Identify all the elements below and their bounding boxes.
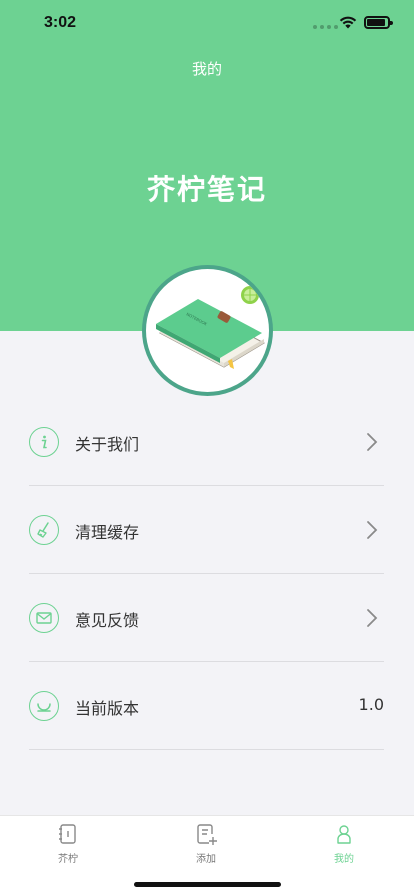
menu-item-clear-cache[interactable]: 清理缓存 bbox=[0, 486, 414, 574]
version-icon bbox=[29, 691, 59, 721]
menu-item-label: 意见反馈 bbox=[75, 611, 140, 630]
status-bar: 3:02 bbox=[0, 0, 414, 46]
app-name: 芥柠笔记 bbox=[146, 173, 267, 206]
info-icon bbox=[29, 427, 59, 457]
version-value: 1.0 bbox=[358, 695, 384, 714]
wifi-icon bbox=[339, 16, 357, 29]
menu-item-about[interactable]: 关于我们 bbox=[0, 398, 414, 486]
divider bbox=[29, 749, 384, 750]
notebook-icon bbox=[59, 824, 76, 844]
add-note-icon bbox=[197, 824, 217, 845]
menu-item-label: 关于我们 bbox=[75, 435, 140, 454]
tab-notes[interactable]: 芥柠 bbox=[38, 822, 98, 865]
mail-icon bbox=[29, 603, 59, 633]
cellular-signal-icon bbox=[313, 25, 338, 29]
chevron-right-icon bbox=[367, 433, 378, 451]
avatar[interactable]: NOTEBOOK bbox=[142, 265, 273, 396]
tab-mine[interactable]: 我的 bbox=[314, 822, 374, 865]
nav-title: 我的 bbox=[191, 60, 222, 78]
menu-item-feedback[interactable]: 意见反馈 bbox=[0, 574, 414, 662]
chevron-right-icon bbox=[367, 609, 378, 627]
status-time: 3:02 bbox=[44, 14, 77, 31]
chevron-right-icon bbox=[367, 521, 378, 539]
notebook-illustration: NOTEBOOK bbox=[156, 286, 266, 369]
tab-label: 芥柠 bbox=[58, 854, 78, 865]
broom-icon bbox=[29, 515, 59, 545]
battery-icon bbox=[364, 16, 393, 29]
menu-item-label: 清理缓存 bbox=[75, 523, 140, 542]
home-indicator bbox=[134, 882, 281, 887]
person-icon bbox=[337, 825, 351, 844]
menu-item-label: 当前版本 bbox=[75, 699, 140, 718]
tab-label: 添加 bbox=[196, 854, 216, 865]
menu-item-version: 当前版本 1.0 bbox=[0, 662, 414, 750]
tab-label: 我的 bbox=[334, 854, 354, 865]
tab-add[interactable]: 添加 bbox=[176, 822, 236, 865]
